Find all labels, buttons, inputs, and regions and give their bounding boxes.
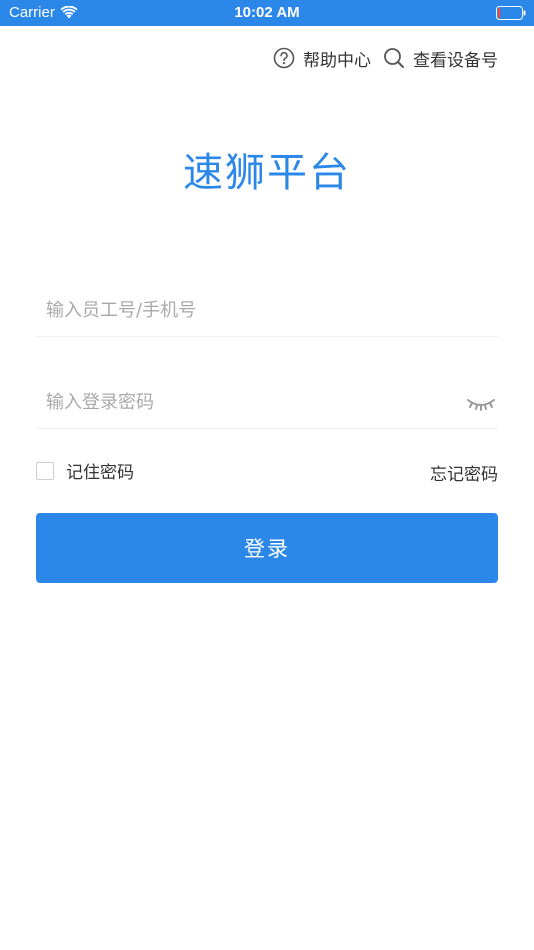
status-bar: Carrier 10:02 AM [0, 0, 534, 26]
remember-password-toggle[interactable]: 记住密码 [36, 458, 134, 483]
brand-title: 速狮平台 [183, 150, 351, 196]
password-input[interactable] [46, 384, 446, 420]
battery-icon [496, 6, 526, 20]
account-input[interactable] [46, 292, 446, 328]
account-field [36, 292, 498, 337]
remember-password-label: 记住密码 [66, 463, 134, 483]
status-time: 10:02 AM [234, 4, 300, 21]
help-center-label: 帮助中心 [303, 50, 371, 71]
login-options-row: 记住密码 忘记密码 [36, 458, 498, 485]
search-icon [384, 48, 404, 68]
login-button[interactable]: 登录 [36, 513, 498, 583]
help-center-link[interactable]: 帮助中心 [273, 46, 371, 71]
view-device-id-label: 查看设备号 [413, 50, 498, 71]
view-device-id-link[interactable]: 查看设备号 [383, 46, 498, 71]
password-field [36, 384, 498, 429]
eye-closed-icon[interactable] [466, 390, 496, 414]
remember-password-checkbox[interactable] [36, 461, 54, 480]
forgot-password-link[interactable]: 忘记密码 [430, 460, 498, 485]
top-links: 帮助中心 查看设备号 [273, 45, 498, 71]
question-circle-icon [273, 47, 295, 69]
